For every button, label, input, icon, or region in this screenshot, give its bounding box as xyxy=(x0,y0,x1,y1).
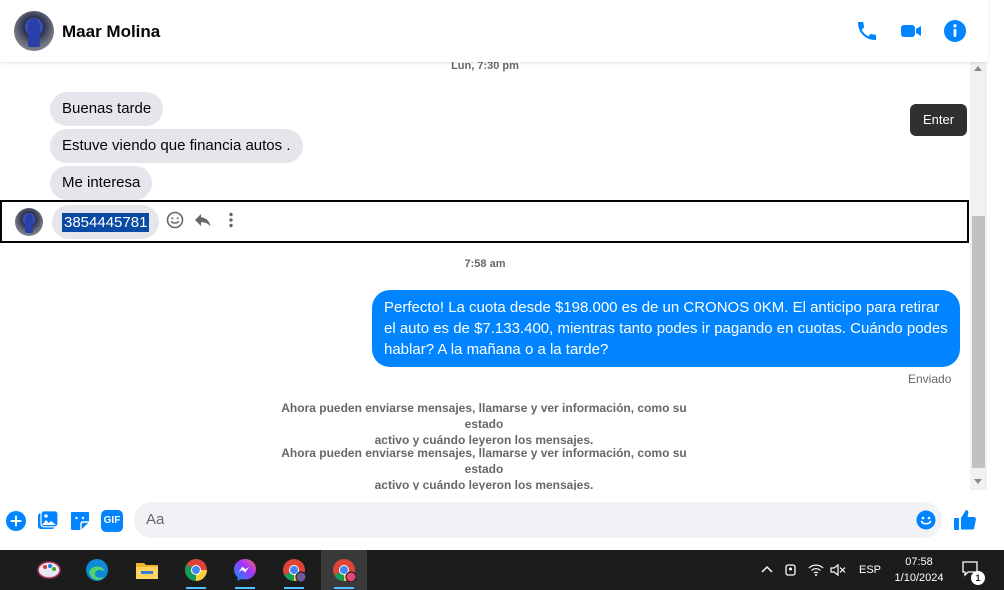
tray-chevron-icon[interactable] xyxy=(760,550,774,590)
system-message-line: Ahora pueden enviarse mensajes, llamarse… xyxy=(281,401,687,431)
incoming-message[interactable]: Me interesa xyxy=(50,166,153,200)
message-input[interactable]: Aa xyxy=(134,502,942,538)
emoji-icon[interactable] xyxy=(916,510,936,530)
incoming-message[interactable]: Buenas tarde xyxy=(50,92,164,126)
reply-icon[interactable] xyxy=(193,210,213,230)
system-message: Ahora pueden enviarse mensajes, llamarse… xyxy=(265,400,703,448)
incoming-message[interactable]: Estuve viendo que financia autos . xyxy=(50,129,303,163)
clock-date: 1/10/2024 xyxy=(894,572,944,584)
gif-icon[interactable]: GIF xyxy=(101,510,123,532)
like-icon[interactable] xyxy=(953,508,977,532)
phone-icon[interactable] xyxy=(855,19,879,43)
messenger-icon[interactable] xyxy=(224,550,266,590)
timestamp-divider: Lun, 7:30 pm xyxy=(451,62,519,72)
outgoing-message[interactable]: Perfecto! La cuota desde $198.000 es de … xyxy=(372,290,960,367)
info-icon[interactable] xyxy=(943,19,967,43)
running-indicator xyxy=(235,587,255,589)
volume-muted-icon[interactable] xyxy=(830,550,846,590)
system-message: Ahora pueden enviarse mensajes, llamarse… xyxy=(265,445,703,490)
scroll-down-arrow[interactable] xyxy=(974,479,982,484)
sticker-icon[interactable] xyxy=(69,510,91,532)
taskbar: ESP 07:58 1/10/2024 1 xyxy=(0,550,1004,590)
selected-message-row[interactable]: 3854445781 xyxy=(0,200,969,243)
chrome-profile-active-icon[interactable] xyxy=(321,550,367,590)
chrome-profile-icon[interactable] xyxy=(273,550,315,590)
video-camera-icon[interactable] xyxy=(899,19,923,43)
sender-avatar[interactable] xyxy=(15,208,43,236)
notification-badge: 1 xyxy=(971,571,985,585)
conversation-header: Maar Molina xyxy=(0,0,988,62)
scrollbar[interactable] xyxy=(970,62,987,490)
contact-name[interactable]: Maar Molina xyxy=(62,22,160,42)
system-message-line: Ahora pueden enviarse mensajes, llamarse… xyxy=(281,446,687,476)
clock[interactable]: 07:58 1/10/2024 xyxy=(888,554,950,586)
image-icon[interactable] xyxy=(37,510,59,532)
contact-avatar[interactable] xyxy=(14,11,54,51)
running-indicator xyxy=(186,587,206,589)
composer: GIF Aa xyxy=(0,496,988,544)
tooltip: Enter xyxy=(910,104,968,136)
paint-icon[interactable] xyxy=(28,550,70,590)
message-list[interactable]: Lun, 7:30 pm Buenas tarde Estuve viendo … xyxy=(0,62,970,490)
system-message-line: activo y cuándo leyeron los mensajes. xyxy=(374,478,594,490)
more-icon[interactable] xyxy=(221,210,241,230)
edge-icon[interactable] xyxy=(76,550,118,590)
emoji-react-icon[interactable] xyxy=(165,210,185,230)
timestamp-divider: 7:58 am xyxy=(464,258,506,270)
plus-icon[interactable] xyxy=(5,510,27,532)
running-indicator xyxy=(334,587,354,589)
message-input-placeholder: Aa xyxy=(146,511,165,528)
incoming-message[interactable]: 3854445781 xyxy=(52,205,160,239)
scroll-up-arrow[interactable] xyxy=(974,66,982,71)
language-indicator[interactable]: ESP xyxy=(859,550,881,590)
selected-text[interactable]: 3854445781 xyxy=(62,212,150,232)
wifi-icon[interactable] xyxy=(808,550,824,590)
message-status: Enviado xyxy=(908,372,952,386)
file-explorer-icon[interactable] xyxy=(126,550,168,590)
chrome-icon[interactable] xyxy=(175,550,217,590)
running-indicator xyxy=(284,587,304,589)
clock-time: 07:58 xyxy=(905,556,933,568)
scroll-thumb[interactable] xyxy=(972,216,985,468)
messenger-window: Maar Molina Lun, 7:30 pm Buenas tarde Es… xyxy=(0,0,1004,550)
meet-now-icon[interactable] xyxy=(784,550,798,590)
